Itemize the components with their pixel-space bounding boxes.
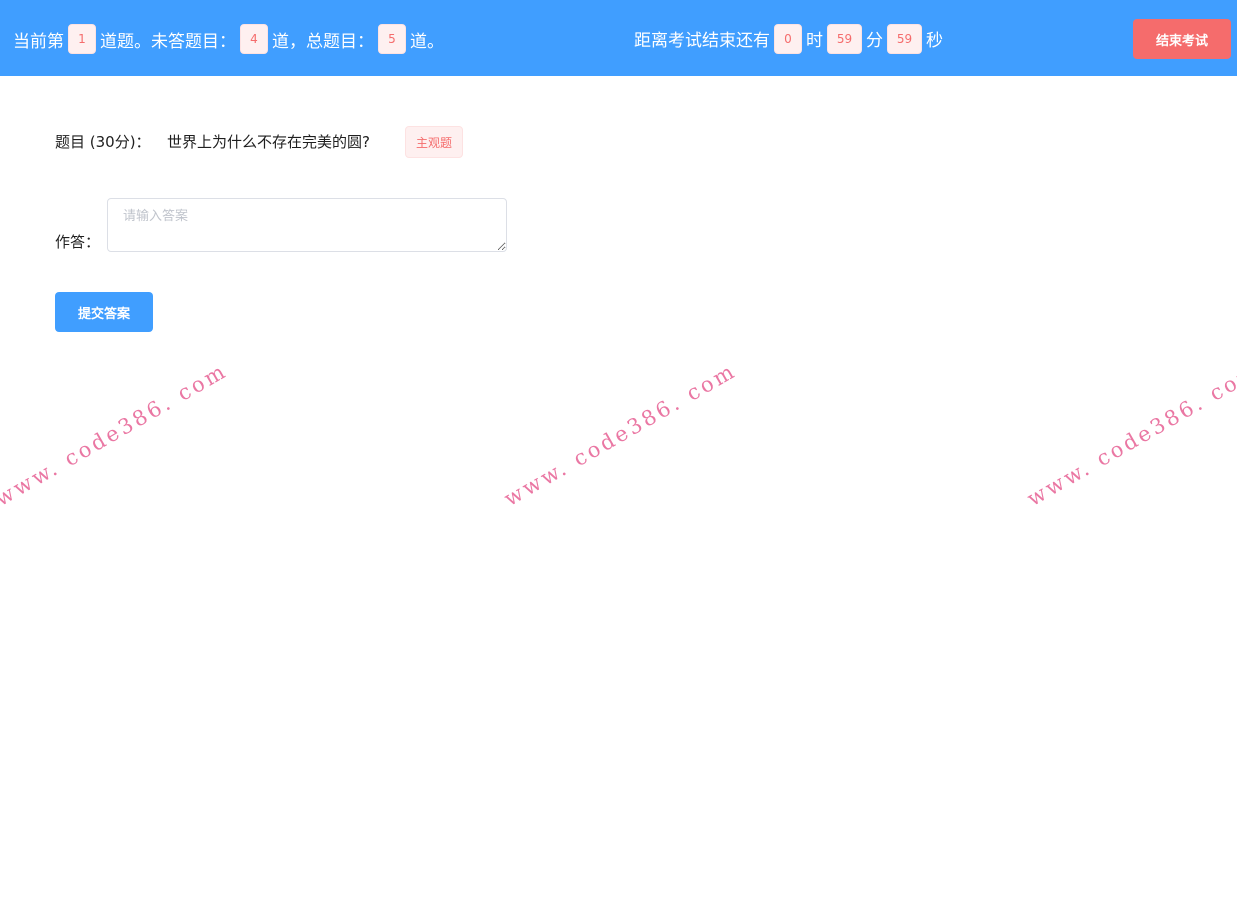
watermark-text: www. code386. com [0, 358, 232, 511]
current-question-number-badge: 1 [68, 24, 96, 54]
timer-hours-unit: 时 [806, 31, 823, 51]
exam-countdown-timer: 距离考试结束还有 0 时 59 分 59 秒 [634, 23, 943, 54]
submit-answer-button[interactable]: 提交答案 [55, 292, 153, 332]
status-total-label: 道，总题目： [272, 31, 374, 52]
timer-hours-badge: 0 [774, 23, 802, 54]
question-score-label: 题目 (30分)： [55, 133, 151, 151]
total-count-badge: 5 [378, 24, 406, 54]
exam-header-bar: 当前第 1 道题。未答题目： 4 道，总题目： 5 道。 距离考试结束还有 0 … [0, 0, 1237, 76]
answer-label: 作答： [55, 233, 101, 251]
timer-minutes-badge: 59 [827, 23, 862, 54]
timer-minutes-unit: 分 [866, 31, 883, 51]
question-text: 世界上为什么不存在完美的圆? [167, 133, 370, 151]
timer-seconds-badge: 59 [887, 23, 922, 54]
unanswered-count-badge: 4 [240, 24, 268, 54]
end-exam-button[interactable]: 结束考试 [1133, 19, 1231, 59]
status-unanswered-label: 道题。未答题目： [100, 31, 236, 52]
timer-seconds-unit: 秒 [926, 31, 943, 51]
timer-prefix-text: 距离考试结束还有 [634, 31, 770, 51]
watermark-text: www. code386. com [1023, 358, 1237, 511]
answer-textarea[interactable] [107, 198, 507, 252]
exam-progress-status: 当前第 1 道题。未答题目： 4 道，总题目： 5 道。 [13, 24, 444, 54]
watermark-text: www. code386. com [500, 358, 741, 511]
status-prefix-text: 当前第 [13, 31, 64, 52]
question-type-tag: 主观题 [405, 126, 463, 158]
status-suffix-text: 道。 [410, 31, 444, 52]
